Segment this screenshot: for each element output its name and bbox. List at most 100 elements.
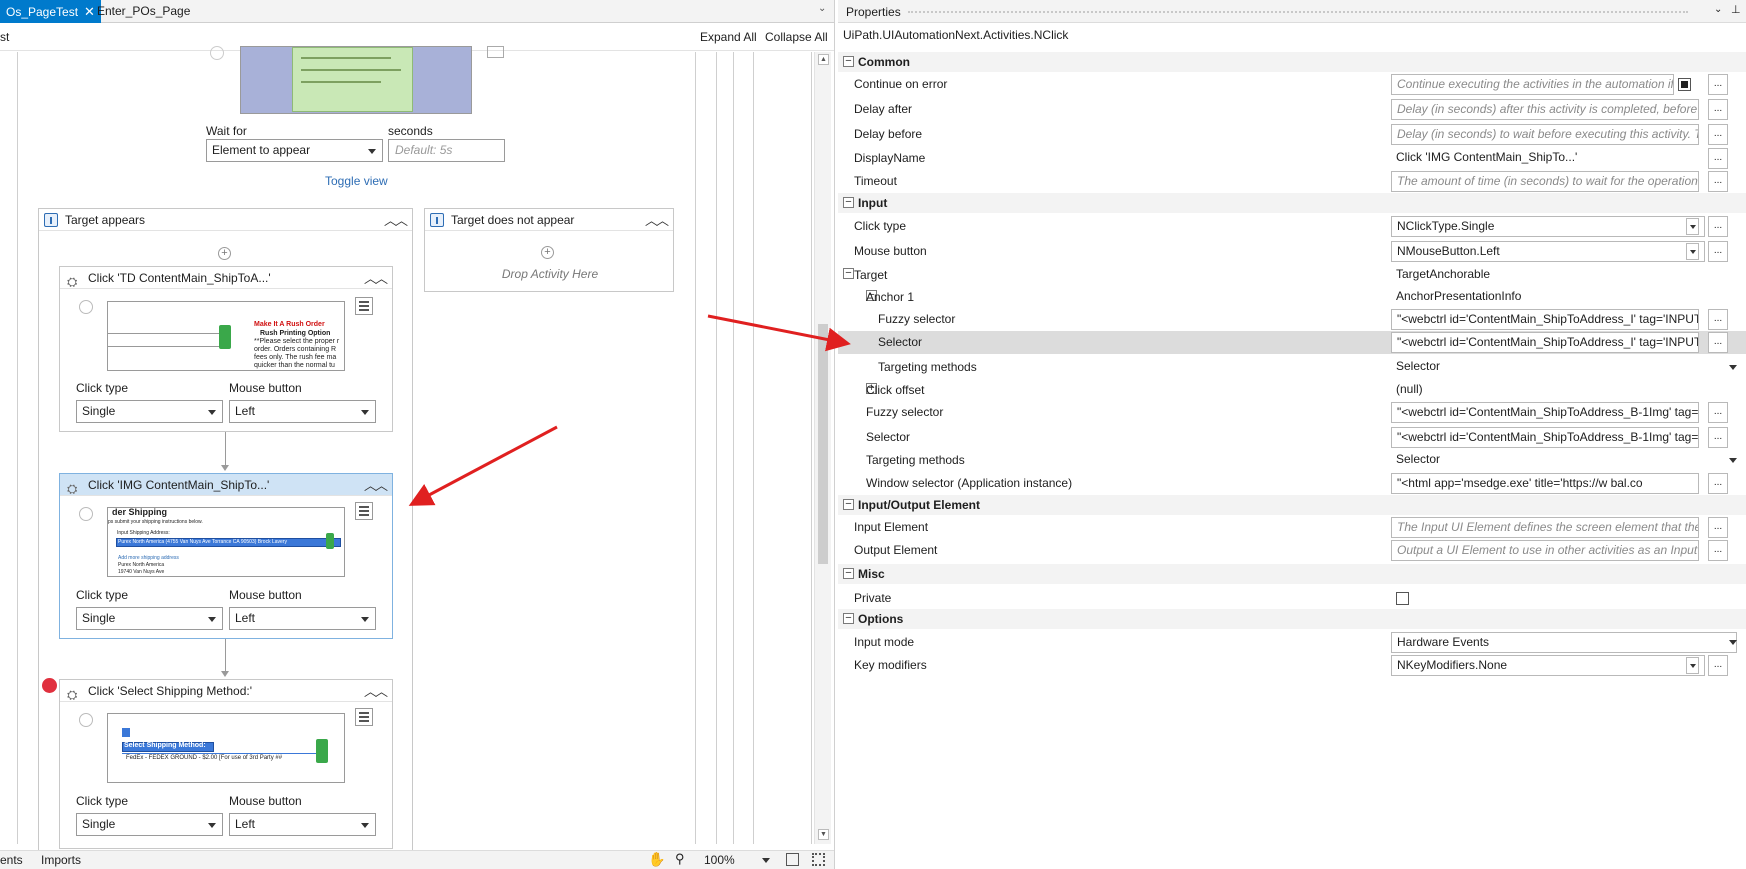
dropdown-icon[interactable] — [1729, 640, 1737, 645]
wait-for-dropdown[interactable]: Element to appear — [206, 139, 383, 162]
category-options[interactable]: − Options — [838, 609, 1746, 629]
dropdown-icon[interactable] — [1686, 218, 1699, 235]
property-value[interactable]: NClickType.Single — [1391, 216, 1705, 237]
chevron-down-icon[interactable]: ⌄ — [818, 3, 826, 14]
category-misc[interactable]: − Misc — [838, 564, 1746, 584]
property-row[interactable]: Private — [838, 587, 1746, 610]
menu-icon[interactable] — [487, 46, 504, 58]
ellipsis-button[interactable]: ... — [1708, 124, 1728, 145]
vertical-scrollbar[interactable]: ▲ ▼ — [814, 52, 831, 844]
property-row[interactable]: Targeting methods Selector — [838, 449, 1746, 472]
dropdown-icon[interactable] — [1686, 657, 1699, 674]
overview-icon[interactable] — [812, 853, 825, 866]
collapse-icon[interactable]: − — [843, 268, 854, 279]
property-value[interactable]: Continue executing the activities in the… — [1391, 74, 1674, 95]
property-value[interactable]: AnchorPresentationInfo — [1391, 287, 1699, 308]
ellipsis-button[interactable]: ... — [1708, 148, 1728, 169]
dropdown-icon[interactable] — [1729, 365, 1737, 370]
property-value[interactable]: TargetAnchorable — [1391, 265, 1699, 286]
property-value[interactable]: "<webctrl id='ContentMain_ShipToAddress_… — [1391, 332, 1699, 353]
ellipsis-button[interactable]: ... — [1708, 241, 1728, 262]
add-activity-icon[interactable]: + — [218, 247, 231, 260]
property-value[interactable]: Hardware Events — [1391, 632, 1737, 653]
property-row[interactable]: Fuzzy selector "<webctrl id='ContentMain_… — [838, 401, 1746, 424]
property-row[interactable]: Window selector (Application instance) "<… — [838, 472, 1746, 495]
checkbox-icon[interactable] — [1678, 78, 1691, 91]
scroll-down-icon[interactable]: ▼ — [818, 829, 829, 840]
scroll-up-icon[interactable]: ▲ — [818, 54, 829, 65]
property-value[interactable]: Click 'IMG ContentMain_ShipTo...' — [1391, 148, 1699, 169]
menu-icon[interactable] — [355, 502, 373, 520]
status-tab-arguments[interactable]: ents — [0, 853, 23, 867]
mouse-button-dropdown[interactable]: Left — [229, 607, 376, 630]
property-value[interactable]: "<webctrl id='ContentMain_ShipToAddress_… — [1391, 427, 1699, 448]
ellipsis-button[interactable]: ... — [1708, 427, 1728, 448]
property-row[interactable]: Output Element Output a UI Element to use… — [838, 539, 1746, 562]
property-row[interactable]: Delay before Delay (in seconds) to wait b… — [838, 123, 1746, 146]
property-value[interactable]: "<webctrl id='ContentMain_ShipToAddress_… — [1391, 402, 1699, 423]
collapse-category-icon[interactable]: − — [843, 613, 854, 624]
collapse-icon[interactable]: ︿︿ — [364, 268, 388, 290]
ellipsis-button[interactable]: ... — [1708, 171, 1728, 192]
status-tab-imports[interactable]: Imports — [41, 853, 81, 867]
property-row[interactable]: Continue on error Continue executing the … — [838, 73, 1746, 96]
dropdown-icon[interactable] — [1729, 458, 1737, 463]
property-row[interactable]: Click type NClickType.Single... — [838, 215, 1746, 238]
ellipsis-button[interactable]: ... — [1708, 473, 1728, 494]
property-value[interactable]: The amount of time (in seconds) to wait … — [1391, 171, 1699, 192]
category-common[interactable]: − Common — [838, 52, 1746, 72]
ellipsis-button[interactable]: ... — [1708, 517, 1728, 538]
private-checkbox[interactable] — [1396, 592, 1409, 605]
property-row[interactable]: Targeting methods Selector — [838, 356, 1746, 379]
search-icon[interactable]: ⚲ — [675, 851, 685, 867]
collapse-icon[interactable]: ︿︿ — [364, 681, 388, 703]
property-value[interactable]: Output a UI Element to use in other acti… — [1391, 540, 1699, 561]
click-type-dropdown[interactable]: Single — [76, 813, 223, 836]
chevron-down-icon[interactable]: ⌄ — [1714, 4, 1722, 15]
click-activity-1[interactable]: ⛭ Click 'TD ContentMain_ShipToA...' ︿︿ Mak… — [59, 266, 393, 432]
zoom-dropdown-icon[interactable] — [762, 858, 770, 863]
hand-icon[interactable]: ✋ — [648, 851, 665, 868]
tab-enter-pos-page[interactable]: Enter_POs_Page — [91, 0, 196, 23]
property-row[interactable]: Selector "<webctrl id='ContentMain_ShipTo… — [838, 426, 1746, 449]
collapse-all-link[interactable]: Collapse All — [765, 30, 828, 44]
click-type-dropdown[interactable]: Single — [76, 400, 223, 423]
click-type-dropdown[interactable]: Single — [76, 607, 223, 630]
ellipsis-button[interactable]: ... — [1708, 216, 1728, 237]
category-input-output-element[interactable]: − Input/Output Element — [838, 495, 1746, 515]
toggle-view-link[interactable]: Toggle view — [325, 174, 388, 188]
property-value[interactable]: NMouseButton.Left — [1391, 241, 1705, 262]
property-value[interactable]: Delay (in seconds) to wait before execut… — [1391, 124, 1699, 145]
breadcrumb[interactable]: st — [0, 30, 9, 44]
property-row[interactable]: Input mode Hardware Events — [838, 631, 1746, 654]
collapse-icon[interactable]: ︿︿ — [645, 210, 669, 232]
collapse-category-icon[interactable]: − — [843, 499, 854, 510]
mouse-button-dropdown[interactable]: Left — [229, 813, 376, 836]
property-value[interactable]: Selector — [1391, 357, 1699, 378]
ellipsis-button[interactable]: ... — [1708, 99, 1728, 120]
property-value[interactable]: Delay (in seconds) after this activity i… — [1391, 99, 1699, 120]
collapse-icon[interactable]: ︿︿ — [364, 475, 388, 497]
click-activity-2[interactable]: ⛭ Click 'IMG ContentMain_ShipTo...' ︿︿ der… — [59, 473, 393, 639]
ellipsis-button[interactable]: ... — [1708, 540, 1728, 561]
collapse-icon[interactable]: ︿︿ — [384, 210, 408, 232]
click-activity-3[interactable]: ⛭ Click 'Select Shipping Method:' ︿︿ Selec… — [59, 679, 393, 849]
tab-os-pagetest[interactable]: Os_PageTest ✕ — [0, 0, 101, 23]
ellipsis-button[interactable]: ... — [1708, 74, 1728, 95]
expand-all-link[interactable]: Expand All — [700, 30, 757, 44]
category-input[interactable]: − Input — [838, 193, 1746, 213]
ellipsis-button[interactable]: ... — [1708, 332, 1728, 353]
property-row[interactable]: Selector "<webctrl id='ContentMain_ShipTo… — [838, 331, 1746, 354]
menu-icon[interactable] — [355, 708, 373, 726]
collapse-category-icon[interactable]: − — [843, 56, 854, 67]
property-row[interactable]: − Target TargetAnchorable — [838, 264, 1746, 287]
add-activity-icon[interactable]: + — [541, 246, 554, 259]
property-row[interactable]: Fuzzy selector "<webctrl id='ContentMain_… — [838, 308, 1746, 331]
fit-to-screen-icon[interactable] — [786, 853, 799, 866]
property-row[interactable]: − Anchor 1 AnchorPresentationInfo — [838, 286, 1746, 309]
zoom-level[interactable]: 100% — [704, 853, 735, 867]
ellipsis-button[interactable]: ... — [1708, 655, 1728, 676]
property-value[interactable]: (null) — [1391, 380, 1699, 401]
property-value[interactable]: NKeyModifiers.None — [1391, 655, 1705, 676]
scrollbar-thumb[interactable] — [818, 324, 828, 564]
